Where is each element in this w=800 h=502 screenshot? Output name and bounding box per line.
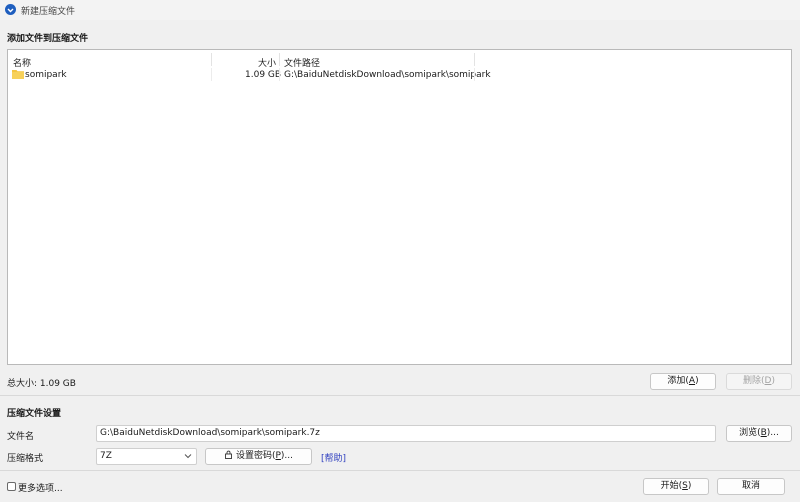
file-list[interactable]: 名称 大小 文件路径 somipark 1.09 GB G:\BaiduNetd… (7, 49, 792, 365)
file-path: G:\BaiduNetdiskDownload\somipark\somipar… (284, 70, 491, 80)
format-select[interactable]: 7Z (96, 448, 197, 465)
set-password-button[interactable]: 设置密码(P)... (205, 448, 312, 465)
filename-input[interactable]: G:\BaiduNetdiskDownload\somipark\somipar… (96, 425, 716, 442)
footer-divider (0, 470, 800, 471)
column-separator[interactable] (279, 53, 280, 66)
add-button[interactable]: 添加(A) (650, 373, 716, 390)
section-divider (0, 395, 800, 396)
start-button-label: 开始( (660, 481, 683, 491)
more-options-label[interactable]: 更多选项... (18, 481, 63, 494)
start-button-label-end: ) (687, 481, 692, 491)
delete-button[interactable]: 删除(D) (726, 373, 792, 390)
file-size: 1.09 GB (245, 70, 282, 80)
format-label: 压缩格式 (7, 454, 44, 464)
start-button[interactable]: 开始(S) (643, 478, 709, 495)
cancel-button[interactable]: 取消 (717, 478, 785, 495)
column-separator[interactable] (474, 53, 475, 66)
lock-icon (225, 450, 232, 459)
app-logo-icon (5, 4, 16, 15)
set-password-label-end: )... (280, 451, 294, 461)
add-button-label: 添加( (667, 376, 689, 386)
cell-separator (474, 68, 475, 81)
cell-separator (279, 68, 280, 81)
browse-button[interactable]: 浏览(B)... (726, 425, 792, 442)
set-password-label: 设置密码( (235, 451, 276, 461)
chevron-down-icon (184, 454, 192, 459)
add-button-label-end: ) (695, 376, 699, 386)
cell-separator (211, 68, 212, 81)
filename-label: 文件名 (7, 432, 35, 442)
total-size: 总大小: 1.09 GB (7, 379, 76, 389)
table-row[interactable]: somipark 1.09 GB G:\BaiduNetdiskDownload… (8, 67, 791, 83)
column-separator[interactable] (211, 53, 212, 66)
browse-button-label-end: )... (766, 428, 779, 438)
files-section-heading: 添加文件到压缩文件 (7, 34, 89, 44)
help-link[interactable]: [帮助] (321, 451, 346, 464)
delete-button-label: 删除( (743, 376, 765, 386)
settings-section-heading: 压缩文件设置 (7, 409, 62, 419)
browse-button-label: 浏览( (739, 428, 761, 438)
file-name: somipark (25, 70, 67, 80)
delete-button-label-end: ) (771, 376, 775, 386)
title-bar: 新建压缩文件 (0, 0, 800, 20)
more-options-checkbox[interactable] (7, 482, 16, 491)
format-select-value: 7Z (100, 451, 112, 461)
window-title: 新建压缩文件 (21, 7, 76, 17)
folder-icon (12, 70, 24, 79)
